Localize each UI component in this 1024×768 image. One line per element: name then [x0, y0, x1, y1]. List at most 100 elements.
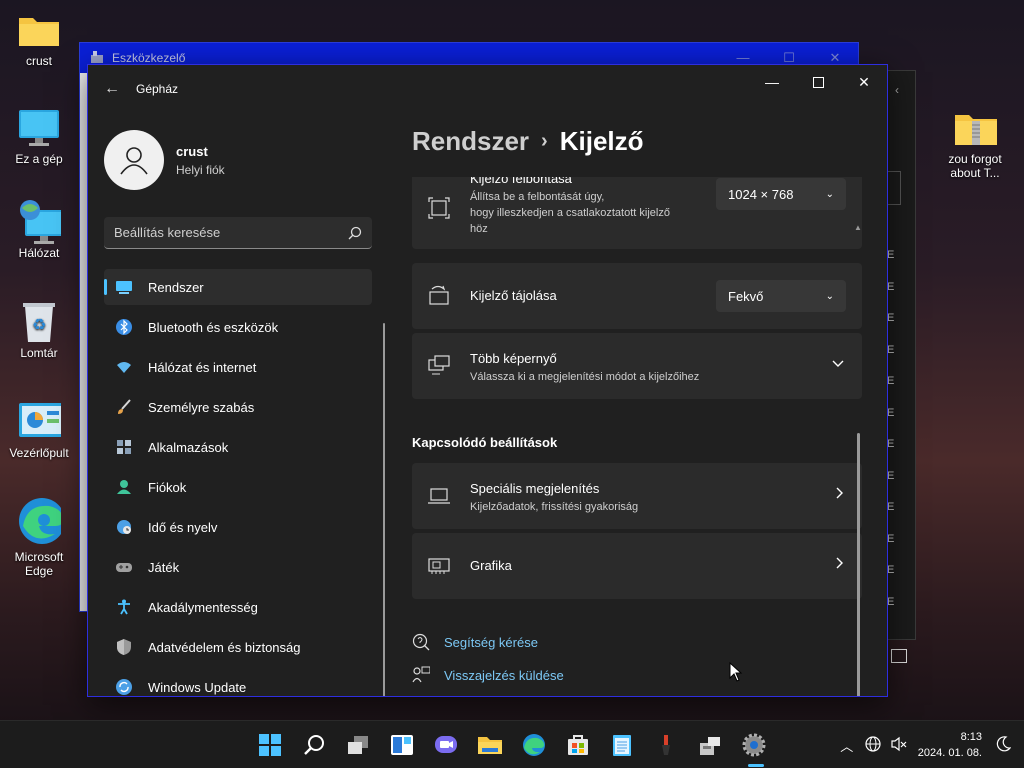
- graphics-card[interactable]: Grafika: [412, 533, 862, 599]
- orientation-icon: [429, 285, 449, 305]
- sidebar-item-apps[interactable]: Alkalmazások: [104, 429, 372, 465]
- scrollbar-thumb[interactable]: [857, 433, 860, 696]
- window-title: Eszközkezelő: [112, 51, 186, 65]
- taskbar: ︿ 8:13 2024. 01. 08.: [0, 720, 1024, 768]
- get-help-link[interactable]: Segítség kérése: [412, 633, 538, 651]
- task-view-icon: [348, 736, 368, 754]
- multiple-displays-icon: [428, 355, 450, 375]
- search-icon: [348, 226, 362, 239]
- content-scrollbar[interactable]: ▲ ▼: [854, 223, 862, 696]
- app-title: Gépház: [136, 82, 179, 96]
- sidebar-item-accessibility[interactable]: Akadálymentesség: [104, 589, 372, 625]
- profile-name: crust: [176, 143, 208, 159]
- sidebar-item-gaming[interactable]: Játék: [104, 549, 372, 585]
- desktop-icon-zip-folder[interactable]: zou forgot about T...: [936, 108, 1014, 180]
- clock-time: 8:13: [960, 731, 982, 743]
- desktop-icon-label: Lomtár: [20, 346, 58, 360]
- desktop-icon-recycle-bin[interactable]: ♻ Lomtár: [0, 302, 78, 360]
- file-explorer-icon: [478, 737, 502, 754]
- breadcrumb-parent[interactable]: Rendszer: [412, 126, 529, 157]
- edge-button[interactable]: [512, 721, 556, 768]
- paint-button[interactable]: [644, 721, 688, 768]
- chevron-right-icon: ›: [541, 129, 548, 152]
- chevron-right-icon: [836, 557, 844, 572]
- clock-date: 2024. 01. 08.: [917, 747, 982, 759]
- desktop-icon-crust[interactable]: crust: [0, 10, 78, 68]
- chevron-up-icon[interactable]: ︿: [834, 736, 860, 755]
- sidebar: crust Helyi fiók Beállítás keresése Rend…: [88, 113, 388, 696]
- desktop-icon-control-panel[interactable]: Vezérlőpult: [0, 402, 78, 460]
- sidebar-item-accounts[interactable]: Fiókok: [104, 469, 372, 505]
- sidebar-item-personalization[interactable]: Személyre szabás: [104, 389, 372, 425]
- feedback-icon: [412, 666, 430, 683]
- system-icon: [116, 281, 132, 294]
- search-icon: [304, 735, 324, 755]
- desktop-icon-label: Hálózat: [18, 246, 60, 260]
- chat-icon: [435, 736, 457, 753]
- folder-icon: [17, 10, 61, 50]
- zip-folder-icon: [953, 108, 997, 148]
- profile-type: Helyi fiók: [176, 162, 225, 177]
- recycle-bin-icon: ♻: [17, 302, 61, 342]
- desktop-icon-edge[interactable]: Microsoft Edge: [0, 496, 78, 578]
- moon-icon[interactable]: [990, 735, 1016, 755]
- advanced-display-card[interactable]: Speciális megjelenítés Kijelzőadatok, fr…: [412, 463, 862, 529]
- orientation-card: Kijelző tájolása Fekvő ⌄: [412, 263, 862, 329]
- desktop-icon-network[interactable]: Hálózat: [0, 200, 78, 260]
- back-button[interactable]: ←: [88, 80, 136, 98]
- profile[interactable]: crust Helyi fiók: [88, 113, 388, 197]
- multiple-displays-desc: Válassza ki a megjelenítési módot a kije…: [470, 371, 700, 383]
- sidebar-scrollbar[interactable]: [383, 323, 385, 696]
- settings-window[interactable]: ← Gépház — ✕ crust Helyi fiók Beállítás …: [87, 64, 888, 697]
- start-icon: [259, 734, 281, 756]
- resolution-dropdown[interactable]: 1024 × 768 ⌄: [716, 178, 846, 210]
- notepad-icon: [613, 735, 631, 756]
- advanced-display-desc: Kijelzőadatok, frissítési gyakoriság: [470, 501, 639, 513]
- sidebar-item-network[interactable]: Hálózat és internet: [104, 349, 372, 385]
- desktop-icon-this-pc[interactable]: Ez a gép: [0, 108, 78, 166]
- widgets-button[interactable]: [380, 721, 424, 768]
- search-placeholder: Beállítás keresése: [114, 225, 221, 240]
- search-button[interactable]: [292, 721, 336, 768]
- settings-list: Kijelző felbontása Állítsa be a felbontá…: [412, 177, 872, 696]
- store-button[interactable]: [556, 721, 600, 768]
- multiple-displays-card[interactable]: Több képernyő Válassza ki a megjelenítés…: [412, 333, 862, 399]
- notepad-button[interactable]: [600, 721, 644, 768]
- gamepad-icon: [116, 563, 132, 572]
- sidebar-item-system[interactable]: Rendszer: [104, 269, 372, 305]
- settings-icon: [742, 733, 766, 757]
- device-manager-button[interactable]: [688, 721, 732, 768]
- orientation-dropdown[interactable]: Fekvő ⌄: [716, 280, 846, 312]
- globe-icon[interactable]: [860, 735, 886, 755]
- volume-muted-icon[interactable]: [886, 736, 912, 755]
- laptop-icon: [428, 488, 450, 504]
- sidebar-item-privacy[interactable]: Adatvédelem és biztonság: [104, 629, 372, 665]
- maximize-button[interactable]: [795, 65, 841, 99]
- desktop-icon-label: crust: [25, 54, 52, 68]
- settings-button[interactable]: [732, 721, 776, 768]
- nav-list: Rendszer Bluetooth és eszközök Hálózat é…: [88, 269, 388, 696]
- resolution-icon: [428, 197, 450, 219]
- graphics-title: Grafika: [470, 558, 512, 573]
- chevron-down-icon: ⌄: [825, 290, 834, 302]
- minimize-button[interactable]: —: [749, 65, 795, 99]
- panel-icon[interactable]: [891, 649, 907, 663]
- task-view-button[interactable]: [336, 721, 380, 768]
- sidebar-item-bluetooth[interactable]: Bluetooth és eszközök: [104, 309, 372, 345]
- scroll-up-icon[interactable]: ▲: [854, 223, 862, 232]
- start-button[interactable]: [248, 721, 292, 768]
- search-input[interactable]: Beállítás keresése: [104, 217, 372, 249]
- send-feedback-link[interactable]: Visszajelzés küldése: [412, 666, 564, 684]
- mouse-cursor-icon: [729, 662, 743, 682]
- sidebar-item-time-language[interactable]: Idő és nyelv: [104, 509, 372, 545]
- avatar: [104, 130, 164, 190]
- close-button[interactable]: ✕: [841, 65, 887, 99]
- chat-button[interactable]: [424, 721, 468, 768]
- desktop-icon-label: Ez a gép: [15, 152, 63, 166]
- sidebar-item-windows-update[interactable]: Windows Update: [104, 669, 372, 696]
- file-explorer-button[interactable]: [468, 721, 512, 768]
- network-icon: [17, 200, 61, 244]
- svg-text:♻: ♻: [32, 317, 46, 334]
- control-panel-icon: [17, 402, 61, 442]
- clock[interactable]: 8:13 2024. 01. 08.: [918, 729, 982, 761]
